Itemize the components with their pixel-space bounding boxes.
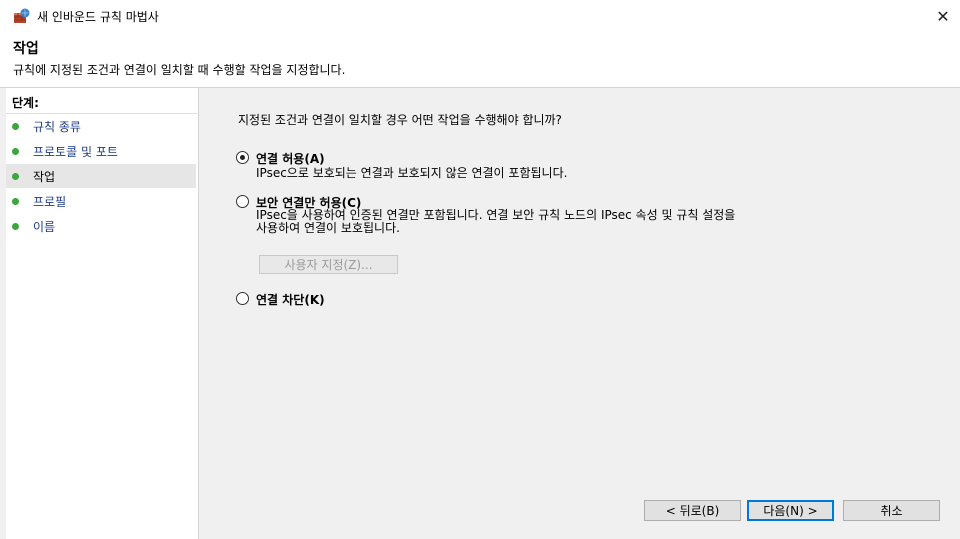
action-content: 지정된 조건과 연결이 일치할 경우 어떤 작업을 수행해야 합니까? 연결 허… [200,88,960,539]
allow-secure-description-line2: 사용하여 연결이 보호됩니다. [256,221,400,235]
allow-connection-description: IPsec으로 보호되는 연결과 보호되지 않은 연결이 포함됩니다. [256,166,568,180]
step-status-icon [12,147,19,155]
steps-panel: 단계: 규칙 종류 프로토콜 및 포트 작업 프로필 이름 [6,88,199,539]
wizard-header: 작업 규칙에 지정된 조건과 연결이 일치할 때 수행할 작업을 지정합니다. [0,32,960,88]
step-status-icon [12,122,19,130]
step-protocol-ports[interactable]: 프로토콜 및 포트 [6,139,196,163]
step-label: 이름 [33,219,56,234]
step-name[interactable]: 이름 [6,214,196,238]
step-profile[interactable]: 프로필 [6,189,196,213]
firewall-wizard-icon [13,8,31,24]
allow-secure-radio[interactable] [236,195,249,208]
close-icon: ✕ [936,6,950,26]
step-status-icon [12,222,19,230]
step-label: 프로필 [33,194,67,209]
step-status-icon [12,197,19,205]
action-question: 지정된 조건과 연결이 일치할 경우 어떤 작업을 수행해야 합니까? [238,113,562,127]
page-title: 작업 [13,41,39,57]
step-action[interactable]: 작업 [6,164,196,188]
title-bar: 새 인바운드 규칙 마법사 ✕ [0,0,960,32]
step-label: 프로토콜 및 포트 [33,144,118,159]
customize-button[interactable]: 사용자 지정(Z)... [259,255,398,274]
step-label: 규칙 종류 [33,119,81,134]
allow-connection-radio[interactable] [236,151,249,164]
close-button[interactable]: ✕ [926,0,960,32]
steps-heading: 단계: [12,96,39,110]
page-description: 규칙에 지정된 조건과 연결이 일치할 때 수행할 작업을 지정합니다. [13,63,346,77]
allow-connection-label[interactable]: 연결 허용(A) [256,150,325,167]
block-connection-label[interactable]: 연결 차단(K) [256,291,325,308]
back-button[interactable]: < 뒤로(B) [644,500,741,521]
step-status-icon [12,172,19,180]
step-rule-type[interactable]: 규칙 종류 [6,114,196,138]
next-button[interactable]: 다음(N) > [747,500,834,521]
block-connection-radio[interactable] [236,292,249,305]
window-title: 새 인바운드 규칙 마법사 [37,10,159,24]
cancel-button[interactable]: 취소 [843,500,940,521]
step-label: 작업 [33,169,56,184]
